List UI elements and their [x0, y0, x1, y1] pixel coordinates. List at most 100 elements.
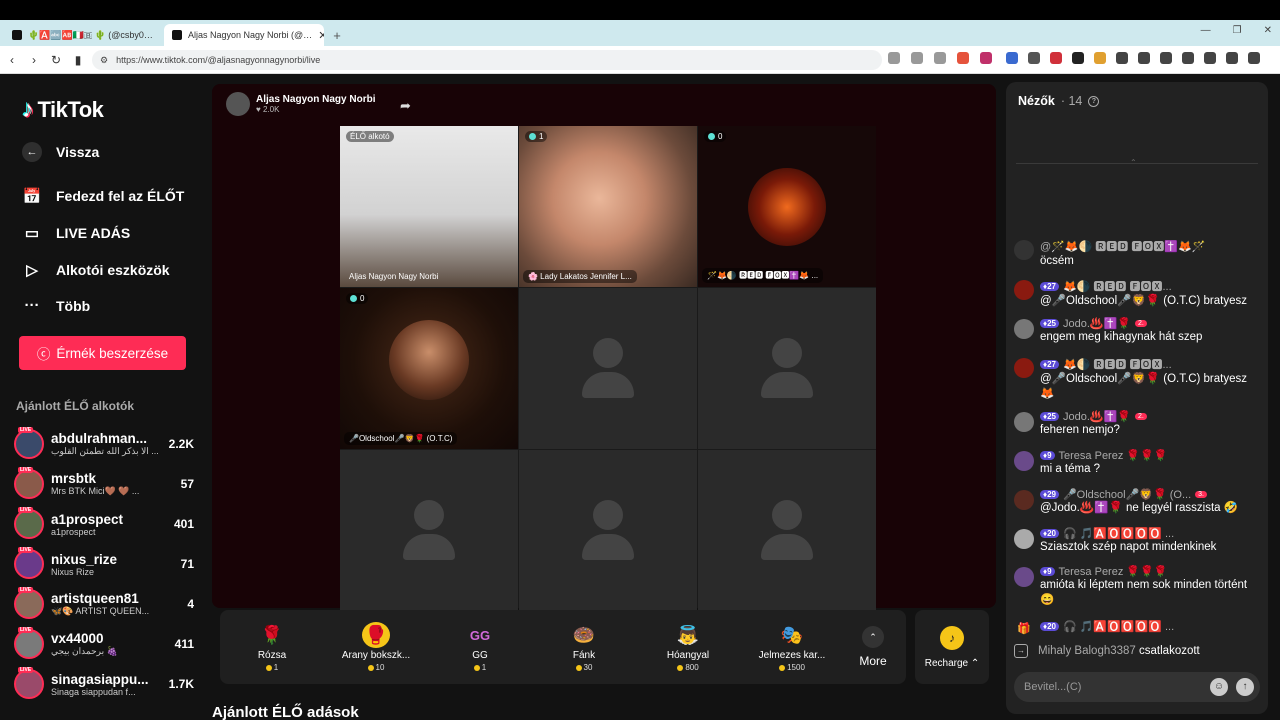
- minimize-button[interactable]: —: [1201, 25, 1211, 36]
- forward-icon[interactable]: ›: [24, 53, 44, 67]
- level-badge: ♦20: [1040, 622, 1059, 631]
- extension-icon[interactable]: [1094, 52, 1106, 64]
- gift-costume-carnival[interactable]: 🎭 Jelmezes kar... 1500: [740, 622, 844, 673]
- music-icon[interactable]: [1182, 52, 1194, 64]
- guest-tile[interactable]: 1 🌸 Lady Lakatos Jennifer L...: [519, 126, 697, 287]
- sidebar-item-more[interactable]: ··· Több: [22, 297, 91, 314]
- chat-message[interactable]: ♦29 🎤Oldschool🎤🦁🌹 (O... 3. @Jodo.♨️✝️🌹 ne …: [1014, 488, 1262, 516]
- gift-name: Fánk: [572, 650, 596, 661]
- guest-tile[interactable]: ÉLŐ alkotó Aljas Nagyon Nagy Norbi: [340, 126, 518, 287]
- level-badge: ♦29: [1040, 490, 1059, 499]
- guest-tile[interactable]: 0 🎤Oldschool🎤🦁🌹 (O.T.C): [340, 288, 518, 449]
- chat-message[interactable]: ♦25 Jodo.♨️✝️🌹 2. engem meg kihagynak hát …: [1014, 317, 1262, 345]
- join-notice: → Mihaly Balogh3387 csatlakozott: [1014, 644, 1262, 658]
- translate-icon[interactable]: [888, 52, 900, 64]
- sidebar-icon[interactable]: [1204, 52, 1216, 64]
- sidebar-item-explore-live[interactable]: 📅 Fedezd fel az ÉLŐT: [22, 187, 185, 205]
- carnival-mask-icon: 🎭: [780, 624, 804, 645]
- gift-price-value: 10: [375, 663, 385, 672]
- extension-icon[interactable]: [1160, 52, 1172, 64]
- empty-guest-slot[interactable]: [340, 450, 518, 611]
- chat-text: öcsém: [1040, 255, 1074, 267]
- live-stream-player[interactable]: Aljas Nagyon Nagy Norbi ♥ 2.0K ➦ ÉLŐ alk…: [212, 84, 996, 611]
- gift-rose[interactable]: 🌹 Rózsa 1: [220, 622, 324, 673]
- chat-message[interactable]: ♦20 🎧 🎵🅰️🅾️🅾️🅾️🅾️ ... Sziasztok szép napo…: [1014, 527, 1262, 555]
- browser-tab-1[interactable]: 🌵🅰️🔤🆎🇮🇹🇧 🌵 (@csby0…: [4, 24, 164, 46]
- chevron-up-icon: ⌃: [862, 626, 884, 648]
- creator-item[interactable]: LIVE a1prospect a1prospect 401: [14, 504, 194, 544]
- share-icon[interactable]: [934, 52, 946, 64]
- browser-tab-2[interactable]: Aljas Nagyon Nagy Norbi (@… ✕: [164, 24, 324, 46]
- back-icon[interactable]: ‹: [2, 53, 22, 67]
- creator-item[interactable]: LIVE artistqueen81 🦋🎨 ARTIST QUEEN... 4: [14, 584, 194, 624]
- creator-item[interactable]: LIVE vx44000 برحمدان بيجي 🍇 411: [14, 624, 194, 664]
- gift-golden-glove[interactable]: 🥊 Arany bokszk... 10: [324, 622, 428, 672]
- joined-user[interactable]: Mihaly Balogh3387: [1038, 645, 1136, 657]
- chat-user: 🎤Oldschool🎤🦁🌹 (O...: [1062, 489, 1192, 501]
- creator-item[interactable]: LIVE mrsbtk Mrs BTK Mici🤎 🤎 ... 57: [14, 464, 194, 504]
- share-icon[interactable]: ➦: [400, 98, 411, 114]
- extension-icon[interactable]: [1006, 52, 1018, 64]
- zoom-icon[interactable]: [911, 52, 923, 64]
- chat-message[interactable]: ♦25 Jodo.♨️✝️🌹 2. feheren nemjo?: [1014, 410, 1262, 438]
- gift-snow-angel[interactable]: 👼 Hóangyal 800: [636, 622, 740, 673]
- collapse-icon[interactable]: ⌃: [1130, 158, 1137, 167]
- viewer-count: 57: [180, 477, 194, 491]
- extension-icon[interactable]: [1050, 52, 1062, 64]
- send-icon[interactable]: ↑: [1236, 678, 1254, 696]
- brave-shield-icon[interactable]: [957, 52, 969, 64]
- gift-gg[interactable]: GG GG 1: [428, 622, 532, 673]
- recharge-button[interactable]: ♪ Recharge ⌃: [915, 610, 989, 684]
- person-placeholder-icon: [582, 337, 634, 400]
- creator-item[interactable]: LIVE nixus_rize Nixus Rize 71: [14, 544, 194, 584]
- chat-message[interactable]: ♦27 🦊🌗 🆁🅴🅳 🅵🅾🆇... @🎤Oldschool🎤🦁🌹 (O.T.C) …: [1014, 278, 1262, 309]
- top-bar: [0, 0, 1280, 20]
- recharge-label: Recharge ⌃: [924, 657, 980, 669]
- reload-icon[interactable]: ↻: [46, 53, 66, 67]
- address-bar: ‹ › ↻ ▮ ⚙ https://www.tiktok.com/@aljasn…: [0, 46, 1280, 74]
- restore-button[interactable]: ❐: [1233, 25, 1242, 36]
- empty-guest-slot[interactable]: [519, 288, 697, 449]
- empty-guest-slot[interactable]: [519, 450, 697, 611]
- site-settings-icon[interactable]: ⚙: [100, 55, 108, 66]
- avatar: LIVE: [14, 507, 44, 539]
- gift-donut[interactable]: 🍩 Fánk 30: [532, 622, 636, 673]
- wallet-icon[interactable]: [1226, 52, 1238, 64]
- chat-message[interactable]: ♦9 Teresa Perez 🌹🌹🌹 mi a téma ?: [1014, 449, 1262, 477]
- creator-sub: الا بذكر الله تطمئن القلوب ...: [51, 446, 159, 456]
- more-gifts-button[interactable]: ⌃ More: [848, 626, 898, 668]
- host-info[interactable]: Aljas Nagyon Nagy Norbi ♥ 2.0K: [226, 92, 375, 116]
- emoji-icon[interactable]: ☺: [1210, 678, 1228, 696]
- extension-icon[interactable]: [1116, 52, 1128, 64]
- guest-name: 🎤Oldschool🎤🦁🌹 (O.T.C): [344, 432, 458, 445]
- coin-icon: [367, 664, 374, 671]
- rewards-icon[interactable]: [980, 52, 992, 64]
- chat-message[interactable]: ♦27 🦊🌗 🆁🅴🅳 🅵🅾🆇... @🎤Oldschool🎤🦁🌹 (O.T.C) …: [1014, 356, 1262, 402]
- bookmark-icon[interactable]: ▮: [68, 53, 88, 67]
- help-icon[interactable]: ?: [1088, 95, 1100, 107]
- extension-icon[interactable]: [1138, 52, 1150, 64]
- url-actions: [888, 52, 992, 64]
- new-tab-button[interactable]: +: [324, 24, 350, 46]
- back-button[interactable]: ← Vissza: [22, 142, 99, 162]
- sidebar-item-go-live[interactable]: ▭ LIVE ADÁS: [22, 224, 130, 242]
- creator-item[interactable]: LIVE sinagasiappu... Sinaga siappudan f..…: [14, 664, 194, 704]
- tiktok-logo[interactable]: ♪ TikTok: [22, 96, 104, 124]
- empty-guest-slot[interactable]: [698, 450, 876, 611]
- chat-message[interactable]: ♦9 Teresa Perez 🌹🌹🌹 amióta ki léptem nem …: [1014, 565, 1262, 608]
- chat-message[interactable]: @🪄🦊🌗 🆁🅴🅳 🅵🅾🆇✝️🦊🪄 öcsém: [1014, 238, 1262, 269]
- get-coins-label: Érmék beszerzése: [56, 345, 169, 361]
- empty-guest-slot[interactable]: [698, 288, 876, 449]
- extension-icon[interactable]: [1072, 52, 1084, 64]
- sidebar-item-creator-tools[interactable]: ▷ Alkotói eszközök: [22, 261, 169, 279]
- close-window-button[interactable]: ✕: [1264, 25, 1272, 36]
- guest-tile[interactable]: 0 🪄🦊🌗 🆁🅴🅳 🅵🅾🆇✝️🦊 ...: [698, 126, 876, 287]
- chat-input[interactable]: [1024, 681, 1194, 693]
- gift-event[interactable]: 🎁 ♦20 🎧 🎵🅰️🅾️🅾️🅾️🅾️ ...: [1014, 620, 1262, 642]
- creator-item[interactable]: LIVE abdulrahman... الا بذكر الله تطمئن ا…: [14, 424, 194, 464]
- viewers-header[interactable]: Nézők · 14 ?: [1018, 94, 1100, 108]
- menu-icon[interactable]: [1248, 52, 1260, 64]
- extension-icon[interactable]: [1028, 52, 1040, 64]
- get-coins-button[interactable]: ⓒ Érmék beszerzése: [19, 336, 186, 370]
- url-field[interactable]: ⚙ https://www.tiktok.com/@aljasnagyonnag…: [92, 50, 882, 70]
